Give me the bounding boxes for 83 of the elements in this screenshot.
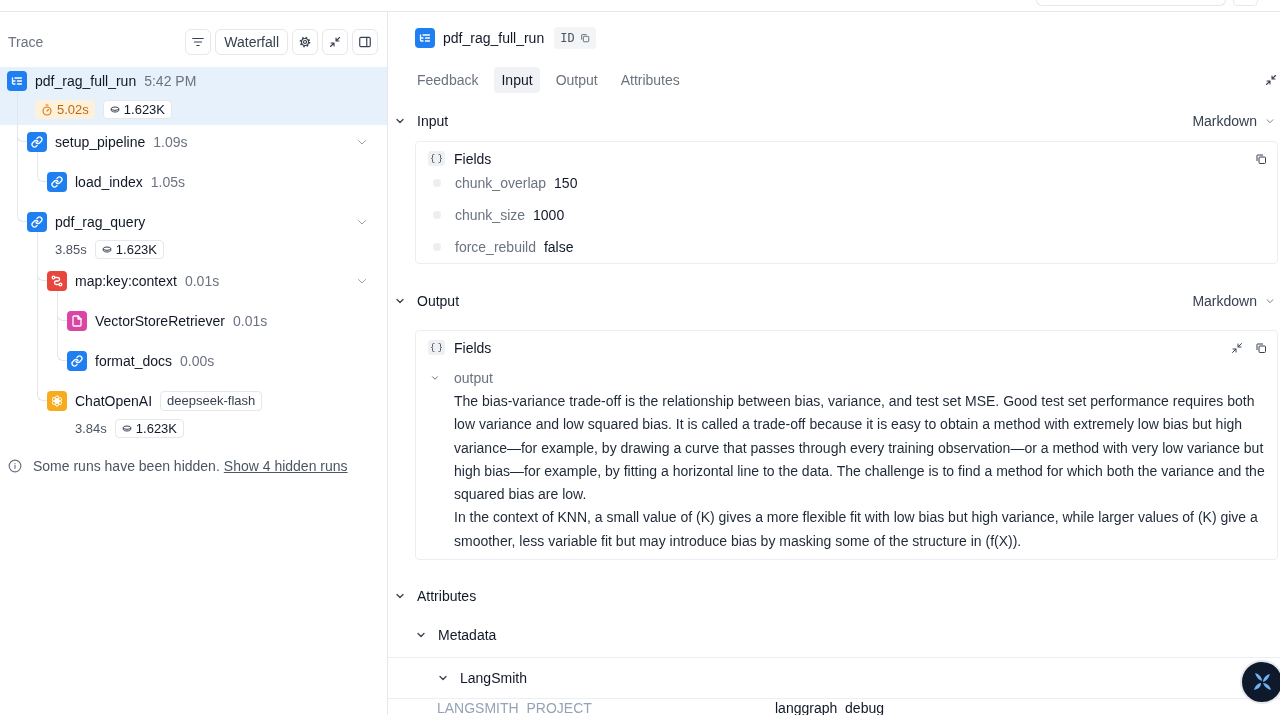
field-key: output: [454, 370, 493, 386]
fields-label: Fields: [454, 339, 492, 356]
run-row[interactable]: setup_pipeline 1.09s: [0, 125, 387, 165]
run-name: setup_pipeline: [55, 134, 146, 150]
field-key: force_rebuild: [455, 239, 536, 255]
latency-value: 5.02s: [57, 102, 89, 117]
latency-value: 3.85s: [55, 242, 87, 257]
timer-icon: [41, 103, 53, 116]
group-title: Metadata: [438, 626, 497, 643]
run-row[interactable]: map:key:context 0.01s: [0, 264, 387, 304]
group-title: LangSmith: [460, 670, 527, 687]
field-value: 1000: [533, 207, 565, 223]
section-title: Input: [417, 113, 449, 129]
section-title: Attributes: [417, 588, 477, 605]
token-count: 1.623K: [123, 102, 165, 117]
run-name: format_docs: [95, 353, 173, 369]
floating-action-button[interactable]: [1240, 660, 1280, 704]
chevron-icon[interactable]: [430, 373, 440, 383]
attribute-key: LANGSMITH_PROJECT: [437, 700, 775, 715]
panel-title: Trace: [8, 34, 45, 50]
token-count: 1.623K: [115, 242, 157, 257]
show-hidden-link[interactable]: Show 4 hidden runs: [223, 458, 348, 474]
settings-button[interactable]: [292, 29, 318, 55]
coin-icon: [121, 425, 132, 432]
copy-id-button[interactable]: ID: [554, 27, 596, 49]
run-name: pdf_rag_full_run: [35, 73, 137, 89]
hidden-runs-note: Some runs have been hidden.: [33, 458, 220, 474]
tab[interactable]: Attributes: [613, 67, 687, 93]
format-dropdown[interactable]: Markdown: [1192, 113, 1275, 129]
run-duration: 0.01s: [184, 273, 220, 289]
run-name: map:key:context: [75, 273, 177, 289]
filter-icon: [191, 35, 206, 49]
latency-value: 3.84s: [75, 421, 107, 436]
token-count: 1.623K: [135, 421, 177, 436]
braces-icon: [428, 340, 445, 355]
run-duration: 1.05s: [150, 174, 185, 190]
field-value: 150: [554, 175, 578, 191]
model-tag: deepseek-flash: [160, 391, 263, 411]
tab[interactable]: Input: [494, 67, 540, 93]
chevron-icon: [1265, 116, 1275, 126]
collapse-icon[interactable]: [1265, 74, 1277, 86]
run-row[interactable]: pdf_rag_query 3.85s 1.623K: [0, 205, 387, 264]
sidebar-toggle-button[interactable]: [352, 29, 378, 55]
tab[interactable]: Feedback: [410, 67, 486, 93]
chevron-icon: [1265, 296, 1275, 306]
run-row[interactable]: format_docs 0.00s: [0, 344, 387, 384]
coin-icon: [101, 246, 112, 253]
fields-label: Fields: [454, 150, 492, 167]
braces-icon: [428, 151, 445, 166]
run-name: ChatOpenAI: [75, 393, 153, 409]
run-title: pdf_rag_full_run: [443, 30, 545, 46]
run-row[interactable]: load_index 1.05s: [0, 165, 387, 205]
run-row[interactable]: ChatOpenAI deepseek-flash 3.84s 1.623K: [0, 384, 387, 443]
run-duration: 1.09s: [153, 134, 188, 150]
coin-icon: [109, 106, 120, 113]
attribute-value: langgraph_debug: [775, 700, 884, 715]
copy-icon[interactable]: [1255, 341, 1267, 354]
run-row[interactable]: VectorStoreRetriever 0.01s: [0, 304, 387, 344]
info-icon: [8, 459, 22, 473]
run-duration: 0.00s: [180, 353, 215, 369]
hierarchy-icon: [415, 28, 435, 48]
run-name: load_index: [75, 174, 143, 190]
start-time: 5:42 PM: [144, 73, 197, 89]
tab[interactable]: Output: [548, 67, 605, 93]
run-row[interactable]: pdf_rag_full_run 5:42 PM 5.02s 1.623K: [0, 67, 387, 125]
output-text: The bias-variance trade-off is the relationship between bias, variance, and test set MSE. Good test set performance requires both low variance and low squared bias. It is called a trade-off because it is easy to obtain a method with extremely low bias but high variance—for example, by drawing a curve that passes through every training observation—or a method with very low variance but high bias—for example, by fitting a horizontal line to the data. The challenge is to find a method for which both the variance and the squared bias are low.: [454, 392, 1266, 505]
gear-icon: [298, 35, 312, 49]
waterfall-button[interactable]: Waterfall: [215, 29, 288, 55]
panel-icon: [358, 35, 372, 49]
run-name: pdf_rag_query: [55, 214, 146, 230]
collapse-icon: [329, 36, 341, 48]
field-key: chunk_size: [455, 207, 526, 223]
filter-button[interactable]: [185, 29, 212, 55]
field-key: chunk_overlap: [455, 175, 547, 191]
field-value: false: [543, 239, 574, 255]
run-duration: 0.01s: [232, 313, 268, 329]
section-title: Output: [417, 293, 460, 309]
copy-icon: [579, 33, 590, 43]
collapse-icon[interactable]: [1231, 341, 1243, 354]
format-dropdown[interactable]: Markdown: [1192, 293, 1275, 309]
run-name: VectorStoreRetriever: [95, 313, 225, 329]
copy-icon[interactable]: [1255, 152, 1267, 165]
output-text: In the context of KNN, a small value of (K) gives a more flexible fit with low bias but high variance, while larger values of (K) give a smoother, less variable fit but may introduce bias by masking some of the structure in (f(X)).: [454, 508, 1259, 551]
